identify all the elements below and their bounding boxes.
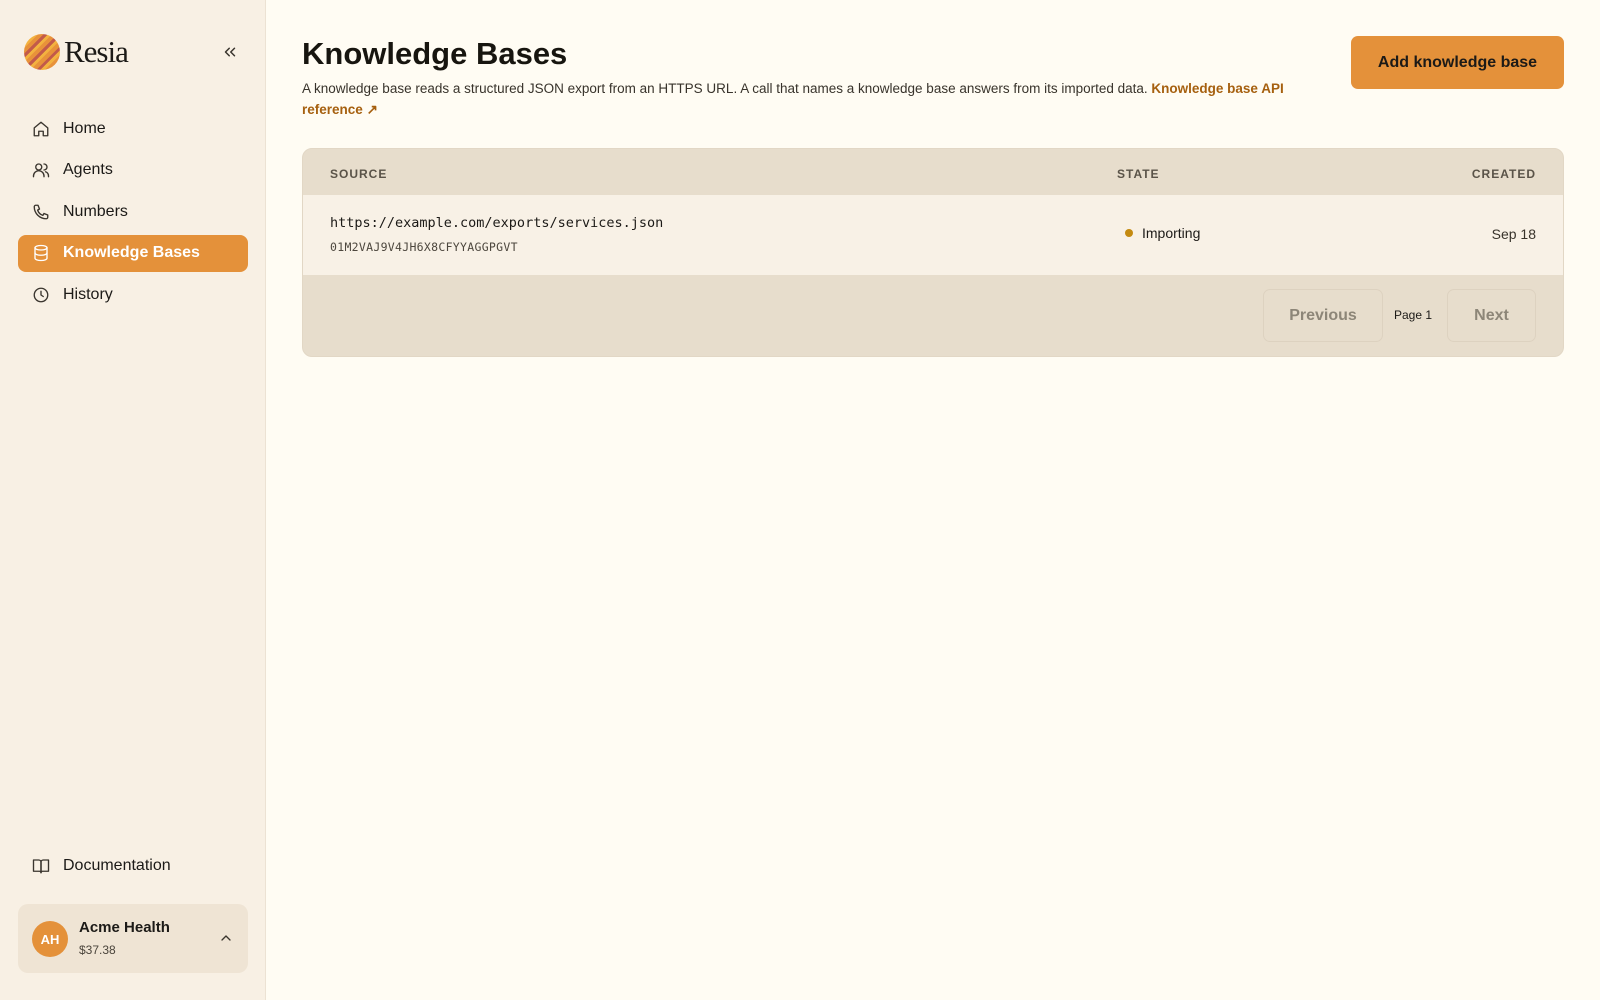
page-indicator: Page 1 bbox=[1394, 308, 1433, 322]
source-id: 01M2VAJ9V4JH6X8CFYYAGGPGVT bbox=[330, 240, 518, 254]
brand-logo[interactable]: Resia bbox=[24, 32, 129, 72]
account-switcher[interactable]: AH Acme Health $37.38 bbox=[18, 904, 248, 973]
sidebar-item-label: History bbox=[63, 285, 113, 303]
avatar: AH bbox=[32, 921, 68, 957]
account-name: Acme Health bbox=[79, 919, 170, 936]
sidebar-item-knowledge-bases[interactable]: Knowledge Bases bbox=[18, 234, 248, 272]
sidebar-nav: Home Agents Numbers Knowledge Bases Hist… bbox=[18, 110, 248, 318]
table-header: SOURCE STATE CREATED bbox=[303, 149, 1563, 195]
database-icon bbox=[31, 243, 51, 263]
source-url: https://example.com/exports/services.jso… bbox=[330, 215, 664, 231]
status-dot-icon bbox=[1125, 229, 1133, 237]
users-icon bbox=[31, 160, 51, 180]
external-link-icon: ↗ bbox=[366, 102, 378, 117]
brand-name: Resia bbox=[64, 34, 129, 69]
documentation-link[interactable]: Documentation bbox=[18, 848, 248, 884]
created-date: Sep 18 bbox=[1491, 226, 1536, 242]
column-header-source[interactable]: SOURCE bbox=[330, 167, 387, 181]
page-title: Knowledge Bases bbox=[302, 36, 568, 71]
description-text: A knowledge base reads a structured JSON… bbox=[302, 81, 1148, 96]
logo-mark-icon bbox=[24, 34, 60, 70]
sidebar-item-agents[interactable]: Agents bbox=[18, 152, 248, 189]
knowledge-bases-table: SOURCE STATE CREATED https://example.com… bbox=[302, 148, 1564, 357]
chevrons-left-icon bbox=[224, 47, 236, 57]
sidebar-item-numbers[interactable]: Numbers bbox=[18, 193, 248, 230]
phone-icon bbox=[31, 202, 51, 222]
chevron-up-icon bbox=[221, 935, 231, 941]
sidebar-item-history[interactable]: History bbox=[18, 276, 248, 313]
sidebar-item-label: Agents bbox=[63, 161, 113, 178]
book-open-icon bbox=[31, 856, 51, 876]
main-content: Knowledge Bases A knowledge base reads a… bbox=[266, 0, 1600, 1000]
collapse-sidebar-button[interactable] bbox=[216, 38, 244, 66]
status-label: Importing bbox=[1142, 225, 1201, 241]
pagination: Previous Page 1 Next bbox=[303, 275, 1563, 356]
clock-icon bbox=[31, 285, 51, 305]
page-description: A knowledge base reads a structured JSON… bbox=[302, 78, 1334, 120]
sidebar-item-label: Numbers bbox=[63, 202, 128, 220]
add-knowledge-base-button[interactable]: Add knowledge base bbox=[1351, 36, 1564, 89]
sidebar: Resia Home Agents Numbers Knowledge Base… bbox=[0, 0, 266, 1000]
status-badge: Importing bbox=[1125, 225, 1200, 241]
sidebar-item-home[interactable]: Home bbox=[18, 110, 248, 147]
sidebar-item-label: Knowledge Bases bbox=[63, 244, 200, 261]
account-balance: $37.38 bbox=[79, 943, 116, 957]
next-page-button[interactable]: Next bbox=[1447, 289, 1536, 342]
home-icon bbox=[31, 119, 51, 139]
sidebar-item-label: Home bbox=[63, 119, 106, 137]
column-header-created[interactable]: CREATED bbox=[1472, 167, 1536, 181]
documentation-label: Documentation bbox=[63, 857, 171, 874]
table-row[interactable]: https://example.com/exports/services.jso… bbox=[303, 195, 1563, 275]
previous-page-button[interactable]: Previous bbox=[1263, 289, 1383, 342]
column-header-state[interactable]: STATE bbox=[1117, 167, 1160, 181]
